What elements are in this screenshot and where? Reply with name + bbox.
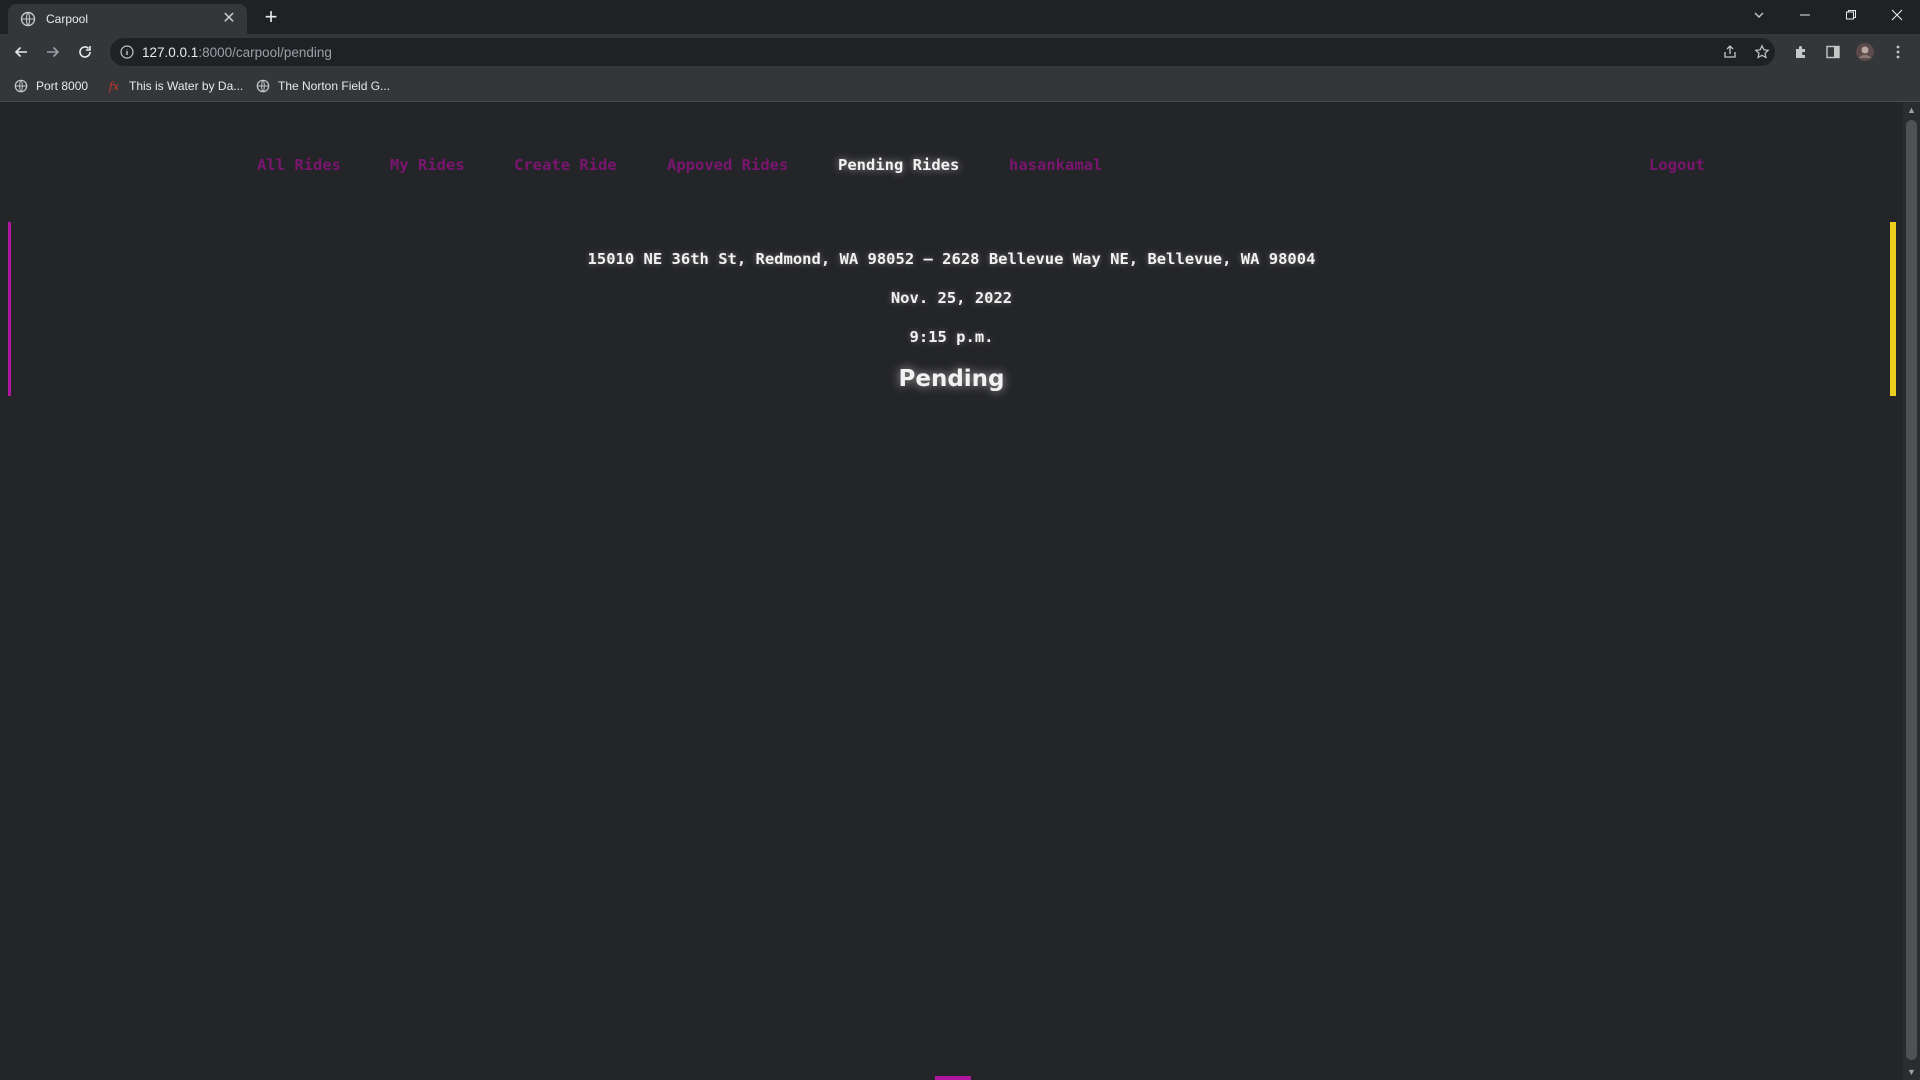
nav-username[interactable]: hasankamal [1009, 156, 1102, 174]
fx-icon: fx [108, 79, 120, 93]
footer-accent [935, 1076, 971, 1080]
nav-my-rides[interactable]: My Rides [390, 156, 465, 174]
reload-icon[interactable] [73, 40, 97, 64]
bookmark-label: Port 8000 [36, 79, 89, 93]
globe-icon [14, 79, 28, 93]
url-host: 127.0.0.1 [142, 44, 199, 60]
bookmark-this-is-water[interactable]: fx This is Water by Da... [107, 77, 243, 95]
bookmark-port-8000[interactable]: Port 8000 [14, 77, 88, 95]
nav-create-ride[interactable]: Create Ride [514, 156, 617, 174]
globe-icon [20, 11, 36, 27]
tab-title: Carpool [46, 12, 89, 26]
side-panel-icon[interactable] [1821, 40, 1845, 64]
minimize-icon[interactable] [1782, 0, 1828, 30]
tab-close-icon[interactable]: ✕ [221, 11, 237, 27]
nav-all-rides[interactable]: All Rides [257, 156, 341, 174]
bookmarks-bar: Port 8000 fx This is Water by Da... The … [0, 70, 1920, 102]
ride-date: Nov. 25, 2022 [890, 289, 1013, 307]
globe-icon [256, 79, 270, 93]
close-window-icon[interactable] [1874, 0, 1920, 30]
back-icon[interactable] [9, 40, 33, 64]
page-content: All Rides My Rides Create Ride Appoved R… [0, 102, 1903, 1080]
menu-kebab-icon[interactable] [1886, 40, 1910, 64]
tab-strip: Carpool ✕ + [0, 0, 1920, 34]
restore-icon[interactable] [1828, 0, 1874, 30]
new-tab-icon[interactable]: + [260, 6, 282, 28]
bookmark-norton-field[interactable]: The Norton Field G... [256, 77, 390, 95]
ride-time: 9:15 p.m. [909, 328, 994, 346]
info-icon[interactable] [120, 45, 134, 59]
bookmark-label: The Norton Field G... [278, 79, 391, 93]
address-bar[interactable]: 127.0.0.1:8000/carpool/pending [110, 38, 1775, 66]
share-icon[interactable] [1718, 40, 1742, 64]
nav-pending-rides[interactable]: Pending Rides [838, 156, 959, 174]
browser-toolbar: 127.0.0.1:8000/carpool/pending [0, 34, 1920, 70]
main-nav: All Rides My Rides Create Ride Appoved R… [0, 156, 1903, 180]
bookmark-label: This is Water by Da... [129, 79, 244, 93]
page-scrollbar[interactable]: ▲ ▼ [1903, 102, 1920, 1080]
browser-tab[interactable]: Carpool ✕ [8, 4, 247, 34]
scroll-up-icon[interactable]: ▲ [1903, 102, 1920, 118]
ride-status: Pending [898, 366, 1005, 392]
ride-route: 15010 NE 36th St, Redmond, WA 98052 – 26… [587, 250, 1316, 268]
nav-approved-rides[interactable]: Appoved Rides [667, 156, 788, 174]
scroll-down-icon[interactable]: ▼ [1903, 1064, 1920, 1080]
profile-avatar[interactable] [1853, 40, 1877, 64]
tab-search-icon[interactable] [1736, 0, 1782, 30]
bookmark-star-icon[interactable] [1750, 40, 1774, 64]
extensions-icon[interactable] [1789, 40, 1813, 64]
forward-icon[interactable] [41, 40, 65, 64]
url-path: :8000/carpool/pending [198, 44, 332, 60]
scroll-thumb[interactable] [1906, 120, 1917, 1060]
nav-logout[interactable]: Logout [1649, 156, 1705, 174]
